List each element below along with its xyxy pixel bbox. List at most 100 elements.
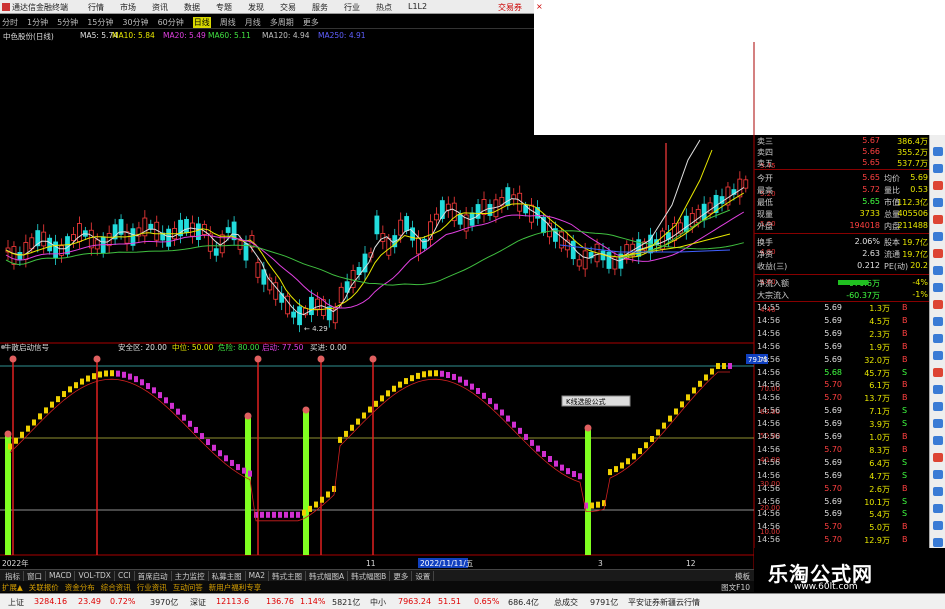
side-tool-icon[interactable] [933, 487, 943, 496]
side-tool-icon[interactable] [933, 147, 943, 156]
side-tool-icon[interactable] [933, 300, 943, 309]
tick-row: 14:56 5.69 5.4万 S [754, 509, 929, 520]
side-tool-icon[interactable] [933, 538, 943, 547]
quote-row: 净资 2.63 流通 19.7亿 [754, 248, 929, 260]
side-tool-icon[interactable] [933, 317, 943, 326]
side-tool-icon[interactable] [933, 351, 943, 360]
info-tabs: 扩展▲ 关联报价 资金分布 综合资讯 行业资讯 互动问答 新用户福利专享 图文F10 [0, 581, 754, 592]
oscillator-dot [170, 402, 174, 409]
side-tool-icon[interactable] [933, 385, 943, 394]
side-tool-icon[interactable] [933, 334, 943, 343]
buy-bar [585, 430, 591, 555]
f10-button[interactable]: 图文F10 [721, 582, 750, 593]
tick-time: 14:56 [757, 470, 781, 480]
tick-volume: 12.9万 [864, 536, 890, 546]
candle-body [570, 240, 576, 260]
tick-time: 14:56 [757, 354, 781, 364]
side-tool-icon[interactable] [933, 436, 943, 445]
oscillator-dot [104, 370, 108, 377]
candle-body [493, 199, 499, 218]
info-tab[interactable]: 互动问答 [173, 582, 203, 593]
date-label: 11 [366, 559, 376, 568]
side-tool-icon[interactable] [933, 164, 943, 173]
oscillator-dot [74, 382, 78, 389]
side-tool-icon[interactable] [933, 453, 943, 462]
side-tool-icon[interactable] [933, 266, 943, 275]
side-tool-icon[interactable] [933, 232, 943, 241]
quote-value: 5.65 [862, 158, 880, 167]
oscillator-dot [86, 375, 90, 382]
quote-label: 大宗流入 [757, 291, 789, 300]
side-tool-icon[interactable] [933, 504, 943, 513]
side-tool-icon[interactable] [933, 368, 943, 377]
candle-body [386, 238, 392, 256]
info-tab[interactable]: 综合资讯 [101, 582, 131, 593]
oscillator-dot [386, 390, 390, 397]
status-item: 中小 [370, 598, 386, 607]
tick-price: 5.69 [824, 419, 842, 429]
side-tool-icon[interactable] [933, 402, 943, 411]
tick-row: 14:56 5.70 6.1万 B [754, 380, 929, 391]
tick-row: 14:56 5.70 12.9万 B [754, 535, 929, 546]
oscillator-dot [260, 511, 264, 518]
side-tool-icon[interactable] [933, 249, 943, 258]
side-tool-icon[interactable] [933, 215, 943, 224]
quote-value2: 19.7亿 [902, 250, 928, 259]
oscillator-dot [500, 409, 504, 416]
tick-price: 5.70 [824, 393, 842, 403]
watermark-url: www.60lt.com [794, 582, 858, 592]
tick-flag: B [902, 483, 908, 493]
tick-row: 14:55 5.69 1.3万 B [754, 303, 929, 314]
tick-time: 14:56 [757, 367, 781, 377]
tick-flag: S [902, 509, 908, 519]
indicator-param: 买进: 0.00 [310, 343, 347, 352]
oscillator-dot [230, 459, 234, 466]
oscillator-dot [152, 387, 156, 394]
info-tab[interactable]: 扩展▲ [2, 582, 23, 593]
tick-row: 14:56 5.69 7.1万 S [754, 406, 929, 417]
side-tool-icon[interactable] [933, 521, 943, 530]
oscillator-dot [458, 376, 462, 383]
candle-body [422, 238, 427, 249]
quote-value2: 20.2 [910, 261, 928, 270]
candle-body [88, 229, 94, 249]
oscillator-dot [308, 505, 312, 512]
side-tool-icon[interactable] [933, 470, 943, 479]
tick-price: 5.69 [824, 341, 842, 351]
status-bar: 上证 3284.16 23.49 0.72% 3970亿 深证 12113.6 136.76 1… [0, 593, 945, 609]
oscillator-dot [32, 419, 36, 426]
side-tool-icon[interactable] [933, 419, 943, 428]
candle-body [374, 215, 380, 235]
oscillator-dot [494, 403, 498, 410]
oscillator-dot [296, 511, 300, 518]
quote-row: 卖五 5.65 537.7万 [754, 157, 929, 169]
info-tab[interactable]: 新用户福利专享 [209, 582, 262, 593]
candle-body [576, 259, 582, 267]
signal-marker-icon [9, 355, 17, 363]
oscillator-dot [284, 511, 288, 518]
side-tool-icon[interactable] [933, 283, 943, 292]
info-tab[interactable]: 关联报价 [29, 582, 59, 593]
tick-price: 5.70 [824, 535, 842, 545]
status-item: 23.49 [78, 597, 101, 606]
oscillator-dot [554, 460, 558, 467]
side-tool-icon[interactable] [933, 198, 943, 207]
tick-price: 5.69 [824, 406, 842, 416]
candle-body [71, 234, 76, 241]
status-item: 9791亿 [590, 598, 619, 607]
quote-label: 现量 [757, 210, 773, 219]
info-tab[interactable]: 资金分布 [65, 582, 95, 593]
candle-body [47, 237, 53, 252]
oscillator-dot [578, 473, 582, 480]
buy-marker-icon [584, 424, 592, 432]
oscillator-dot [464, 379, 468, 386]
side-tool-icon[interactable] [933, 181, 943, 190]
tick-row: 14:56 5.70 5.0万 B [754, 522, 929, 533]
quote-value: 2.63 [862, 249, 880, 258]
tick-time: 14:56 [757, 432, 781, 441]
candle-body [505, 187, 511, 206]
info-tab[interactable]: 行业资讯 [137, 582, 167, 593]
candle-body [190, 222, 195, 237]
indicator-param: 中位: 50.00 [172, 342, 214, 352]
indicator-name: 牛散启动信号 [4, 342, 49, 352]
